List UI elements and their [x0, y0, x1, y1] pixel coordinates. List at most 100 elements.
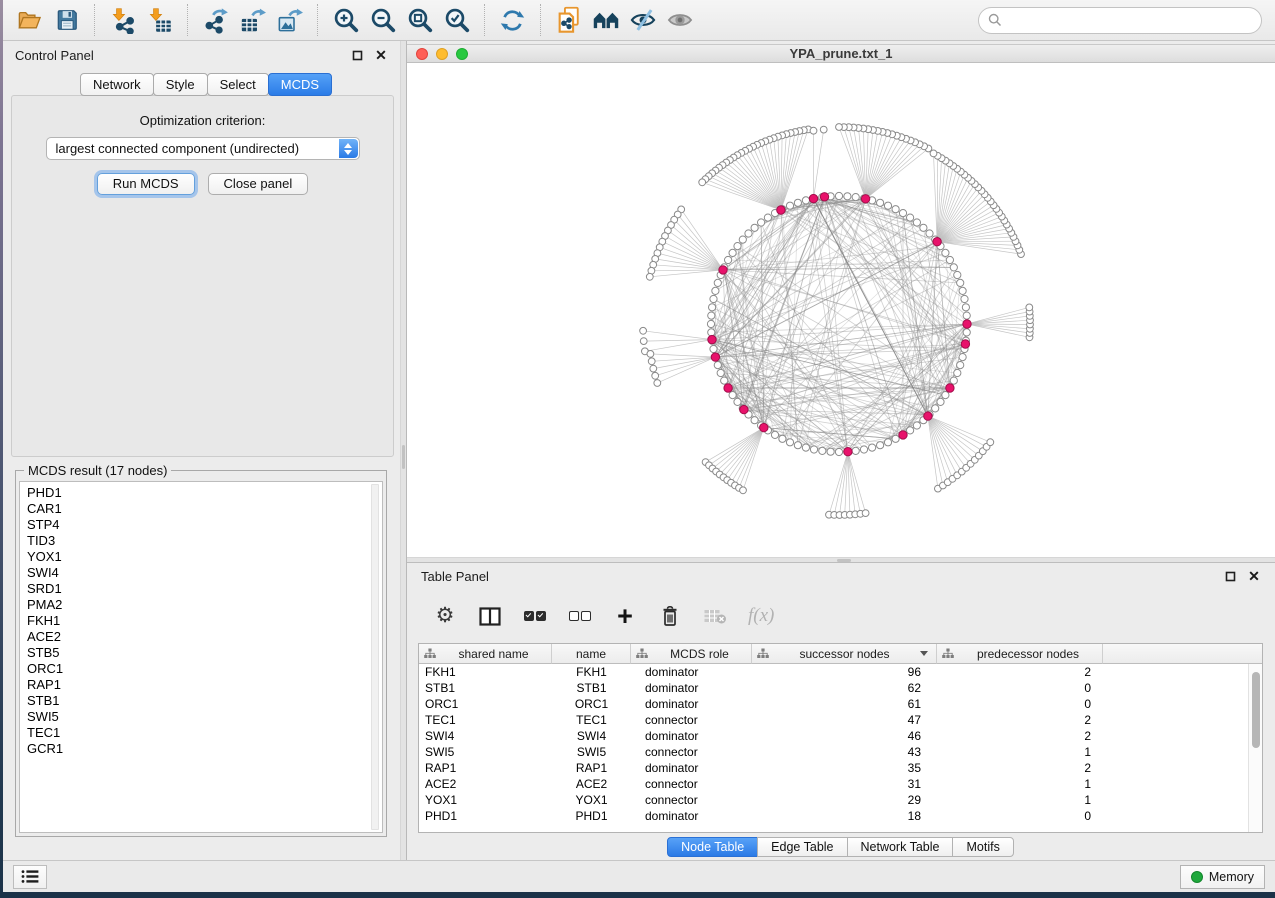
network-node[interactable] — [771, 431, 778, 438]
network-node[interactable] — [899, 210, 906, 217]
tab-mcds[interactable]: MCDS — [268, 73, 332, 96]
float-panel-icon[interactable] — [350, 48, 364, 62]
mcds-node-item[interactable]: SWI4 — [27, 565, 382, 581]
mcds-node-item[interactable]: STB5 — [27, 645, 382, 661]
mcds-hub-node[interactable] — [844, 448, 852, 456]
open-session-icon[interactable] — [11, 2, 48, 38]
memory-button[interactable]: Memory — [1180, 865, 1265, 889]
column-settings-gear-icon[interactable]: ⚙ — [433, 602, 457, 630]
network-node[interactable] — [699, 179, 706, 186]
network-node[interactable] — [961, 295, 968, 302]
network-node[interactable] — [802, 444, 809, 451]
network-node[interactable] — [654, 380, 661, 387]
column-header-MCDS-role[interactable]: MCDS role — [631, 644, 752, 664]
network-node[interactable] — [877, 199, 884, 206]
network-node[interactable] — [707, 320, 714, 327]
mcds-hub-node[interactable] — [861, 195, 869, 203]
network-node[interactable] — [810, 127, 817, 134]
network-node[interactable] — [810, 446, 817, 453]
import-table-icon[interactable] — [141, 2, 178, 38]
network-graph[interactable] — [407, 63, 1275, 557]
network-node[interactable] — [802, 197, 809, 204]
run-mcds-button[interactable]: Run MCDS — [97, 173, 195, 195]
network-canvas[interactable] — [407, 63, 1275, 557]
table-row[interactable]: YOX1YOX1connector291 — [419, 792, 1262, 808]
tab-node-table[interactable]: Node Table — [667, 837, 758, 857]
table-row[interactable]: PHD1PHD1dominator180 — [419, 808, 1262, 824]
tab-edge-table[interactable]: Edge Table — [757, 837, 847, 857]
network-node[interactable] — [708, 329, 715, 336]
network-node[interactable] — [714, 362, 721, 369]
network-node[interactable] — [959, 287, 966, 294]
table-scrollbar[interactable] — [1248, 664, 1262, 832]
mcds-node-item[interactable]: TEC1 — [27, 725, 382, 741]
network-node[interactable] — [852, 447, 859, 454]
network-node[interactable] — [835, 192, 842, 199]
network-node[interactable] — [710, 345, 717, 352]
mcds-hub-node[interactable] — [777, 206, 785, 214]
network-node[interactable] — [646, 273, 653, 280]
network-node[interactable] — [962, 304, 969, 311]
network-node[interactable] — [954, 271, 961, 278]
network-node[interactable] — [740, 487, 747, 494]
network-node[interactable] — [751, 417, 758, 424]
mcds-hub-node[interactable] — [711, 353, 719, 361]
tab-style[interactable]: Style — [153, 73, 208, 96]
network-node[interactable] — [932, 405, 939, 412]
mcds-node-item[interactable]: YOX1 — [27, 549, 382, 565]
network-node[interactable] — [734, 398, 741, 405]
network-node[interactable] — [937, 398, 944, 405]
network-node[interactable] — [913, 219, 920, 226]
network-node[interactable] — [708, 312, 715, 319]
network-node[interactable] — [794, 442, 801, 449]
mcds-node-item[interactable]: STB1 — [27, 693, 382, 709]
mcds-hub-node[interactable] — [961, 340, 969, 348]
network-node[interactable] — [721, 377, 728, 384]
float-panel-icon[interactable] — [1223, 569, 1237, 583]
vertical-splitter[interactable] — [400, 41, 407, 860]
export-image-icon[interactable] — [271, 2, 308, 38]
mcds-node-item[interactable]: RAP1 — [27, 677, 382, 693]
zoom-selected-icon[interactable] — [438, 2, 475, 38]
zoom-out-icon[interactable] — [364, 2, 401, 38]
import-network-icon[interactable] — [104, 2, 141, 38]
scrollbar-thumb[interactable] — [1252, 672, 1260, 748]
network-node[interactable] — [957, 362, 964, 369]
network-node[interactable] — [640, 338, 647, 345]
network-node[interactable] — [648, 358, 655, 365]
save-session-icon[interactable] — [48, 2, 85, 38]
network-node[interactable] — [745, 230, 752, 237]
network-node[interactable] — [764, 214, 771, 221]
task-history-button[interactable] — [13, 865, 47, 889]
mcds-node-item[interactable]: ORC1 — [27, 661, 382, 677]
mcds-node-item[interactable]: PMA2 — [27, 597, 382, 613]
mcds-hub-node[interactable] — [740, 405, 748, 413]
table-row[interactable]: SWI4SWI4dominator462 — [419, 728, 1262, 744]
search-input[interactable] — [1007, 12, 1252, 29]
column-header-predecessor-nodes[interactable]: predecessor nodes — [937, 644, 1103, 664]
mcds-node-item[interactable]: ACE2 — [27, 629, 382, 645]
network-node[interactable] — [987, 439, 994, 446]
show-graphics-details-icon[interactable] — [661, 2, 698, 38]
toggle-panel-columns-icon[interactable] — [478, 602, 502, 630]
network-node[interactable] — [650, 365, 657, 372]
network-node[interactable] — [950, 264, 957, 271]
mcds-node-item[interactable]: TID3 — [27, 533, 382, 549]
network-node[interactable] — [942, 249, 949, 256]
network-node[interactable] — [739, 236, 746, 243]
mcds-node-item[interactable]: STP4 — [27, 517, 382, 533]
network-node[interactable] — [647, 351, 654, 358]
network-node[interactable] — [954, 369, 961, 376]
network-node[interactable] — [920, 224, 927, 231]
network-node[interactable] — [734, 243, 741, 250]
mcds-hub-node[interactable] — [724, 384, 732, 392]
mcds-hub-node[interactable] — [946, 384, 954, 392]
tab-select[interactable]: Select — [207, 73, 269, 96]
network-node[interactable] — [836, 124, 843, 131]
table-row[interactable]: SWI5SWI5connector431 — [419, 744, 1262, 760]
mcds-node-item[interactable]: CAR1 — [27, 501, 382, 517]
network-node[interactable] — [926, 230, 933, 237]
delete-column-trash-icon[interactable] — [658, 602, 682, 630]
network-node[interactable] — [907, 427, 914, 434]
column-header-name[interactable]: name — [552, 644, 631, 664]
